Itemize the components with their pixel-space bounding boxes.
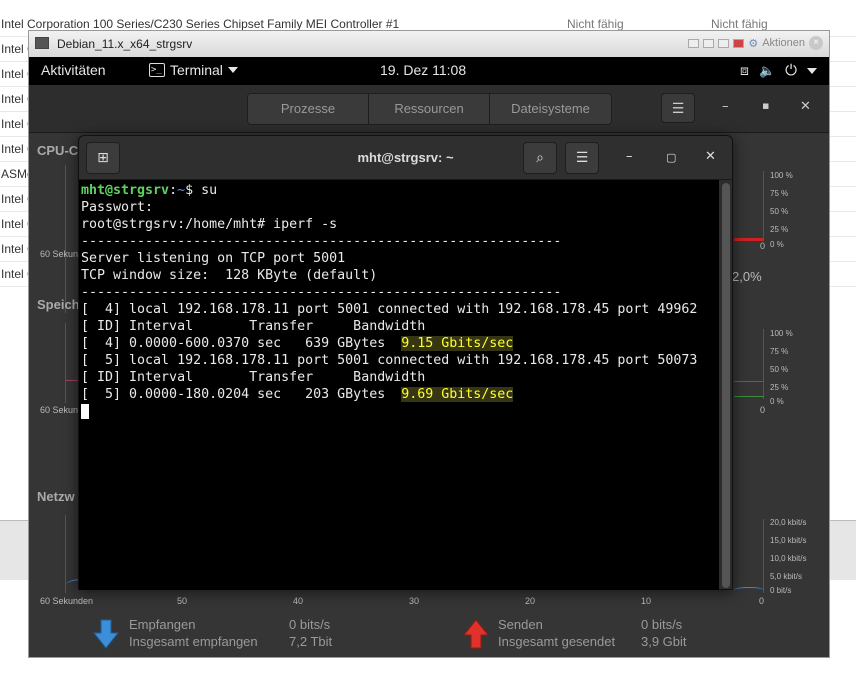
memory-section-label: Speich	[37, 297, 80, 312]
view-switcher: Prozesse Ressourcen Dateisysteme	[247, 93, 612, 125]
memory-time-axis-label: 60 Sekun	[40, 405, 79, 415]
cpu-usage-value: 2,0%	[732, 269, 762, 284]
prompt-path: ~	[177, 183, 186, 198]
chevron-down-icon	[807, 67, 817, 74]
output-line: Server listening on TCP port 5001	[81, 251, 346, 266]
close-icon[interactable]: ✕	[705, 149, 716, 164]
activities-button[interactable]: Aktivitäten	[41, 62, 106, 78]
received-rate: 0 bits/s	[289, 617, 331, 632]
terminal-window: ⊞ mht@strgsrv: ~ ⌕ ☰ – ▢ ✕ mht@strgsrv:~…	[78, 135, 733, 590]
tab-filesystems[interactable]: Dateisysteme	[490, 94, 611, 124]
maximize-icon[interactable]: ▢	[666, 151, 676, 164]
output-line: [ 5] local 192.168.178.11 port 5001 conn…	[81, 353, 698, 368]
chevron-down-icon	[227, 67, 238, 73]
sent-total-label: Insgesamt gesendet	[498, 634, 616, 649]
network-graph-right	[734, 519, 764, 593]
hamburger-menu-icon[interactable]: ☰	[565, 142, 599, 174]
gnome-top-bar: Aktivitäten >_ Terminal 19. Dez 11:08 ⧈ …	[29, 57, 829, 85]
app-menu[interactable]: >_ Terminal	[149, 62, 238, 78]
vm-titlebar[interactable]: Debian_11.x_x64_strgsrv ⚙ Aktionen ×	[29, 31, 829, 57]
output-line: TCP window size: 128 KByte (default)	[81, 268, 378, 283]
app-menu-label: Terminal	[170, 62, 223, 78]
cpu-axis-zero: 0	[760, 241, 766, 251]
minimize-icon[interactable]: –	[722, 99, 729, 114]
result-line-prefix: [ 5] 0.0000-180.0204 sec 203 GBytes	[81, 387, 402, 402]
close-icon[interactable]: ×	[809, 36, 823, 50]
vm-title: Debian_11.x_x64_strgsrv	[57, 37, 193, 51]
minimize-icon[interactable]	[688, 38, 700, 48]
hamburger-menu-icon[interactable]: ☰	[661, 93, 695, 123]
clock[interactable]: 19. Dez 11:08	[380, 62, 466, 78]
received-total: 7,2 Tbit	[289, 634, 333, 649]
close-icon[interactable]: ✕	[800, 99, 811, 114]
bandwidth-highlight: 9.15 Gbits/sec	[401, 336, 514, 351]
sent-total: 3,9 Gbit	[641, 634, 687, 649]
download-arrow-icon	[93, 619, 119, 649]
gear-icon[interactable]: ⚙	[748, 37, 758, 50]
prompt-user: mht@strgsrv	[81, 183, 170, 198]
sent-label: Senden	[498, 617, 543, 632]
scrollbar[interactable]	[722, 183, 730, 588]
cpu-section-label: CPU-C	[37, 143, 79, 158]
memory-axis-zero: 0	[760, 405, 766, 415]
command-su: $ su	[185, 183, 218, 198]
terminal-output[interactable]: mht@strgsrv:~$ su Passwort: root@strgsrv…	[79, 180, 719, 590]
terminal-title: mht@strgsrv: ~	[357, 150, 454, 165]
power-icon: ⏻	[785, 62, 797, 79]
received-total-label: Insgesamt empfangen	[129, 634, 258, 649]
minimize-icon[interactable]: –	[626, 149, 633, 164]
network-section-label: Netzw	[37, 489, 75, 504]
output-line: [ ID] Interval Transfer Bandwidth	[81, 319, 426, 334]
output-line: [ ID] Interval Transfer Bandwidth	[81, 370, 426, 385]
tab-resources[interactable]: Ressourcen	[369, 94, 490, 124]
output-line: Passwort:	[81, 200, 154, 215]
terminal-app-icon: >_	[149, 63, 165, 77]
sent-rate: 0 bits/s	[641, 617, 683, 632]
flag-icon	[733, 38, 745, 48]
output-line: [ 4] local 192.168.178.11 port 5001 conn…	[81, 302, 698, 317]
text-cursor	[81, 403, 89, 419]
search-icon[interactable]: ⌕	[523, 142, 557, 174]
cpu-time-axis-label: 60 Sekun	[40, 249, 79, 259]
maximize-icon[interactable]: ▪	[762, 99, 769, 112]
memory-graph-right	[734, 329, 764, 399]
restore-icon[interactable]	[703, 38, 715, 48]
system-tray[interactable]: ⧈ 🔈 ⏻	[740, 62, 817, 79]
output-line: root@strgsrv:/home/mht# iperf -s	[81, 217, 338, 232]
network-icon: ⧈	[740, 62, 749, 78]
result-line-prefix: [ 4] 0.0000-600.0370 sec 639 GBytes	[81, 336, 402, 351]
output-line: ----------------------------------------…	[81, 234, 562, 249]
actions-menu[interactable]: Aktionen	[762, 37, 805, 49]
tab-processes[interactable]: Prozesse	[248, 94, 369, 124]
system-monitor-header: Prozesse Ressourcen Dateisysteme ☰ – ▪ ✕	[29, 85, 829, 133]
received-label: Empfangen	[129, 617, 196, 632]
output-line: ----------------------------------------…	[81, 285, 562, 300]
vm-monitor-icon	[35, 37, 49, 49]
upload-arrow-icon	[463, 619, 489, 649]
terminal-headerbar[interactable]: ⊞ mht@strgsrv: ~ ⌕ ☰ – ▢ ✕	[79, 136, 732, 180]
cpu-graph-right	[734, 171, 764, 241]
fullscreen-icon[interactable]	[718, 38, 730, 48]
bandwidth-highlight: 9.69 Gbits/sec	[401, 387, 514, 402]
network-summary: Empfangen Insgesamt empfangen 0 bits/s 7…	[29, 613, 829, 676]
volume-icon: 🔈	[758, 62, 776, 78]
